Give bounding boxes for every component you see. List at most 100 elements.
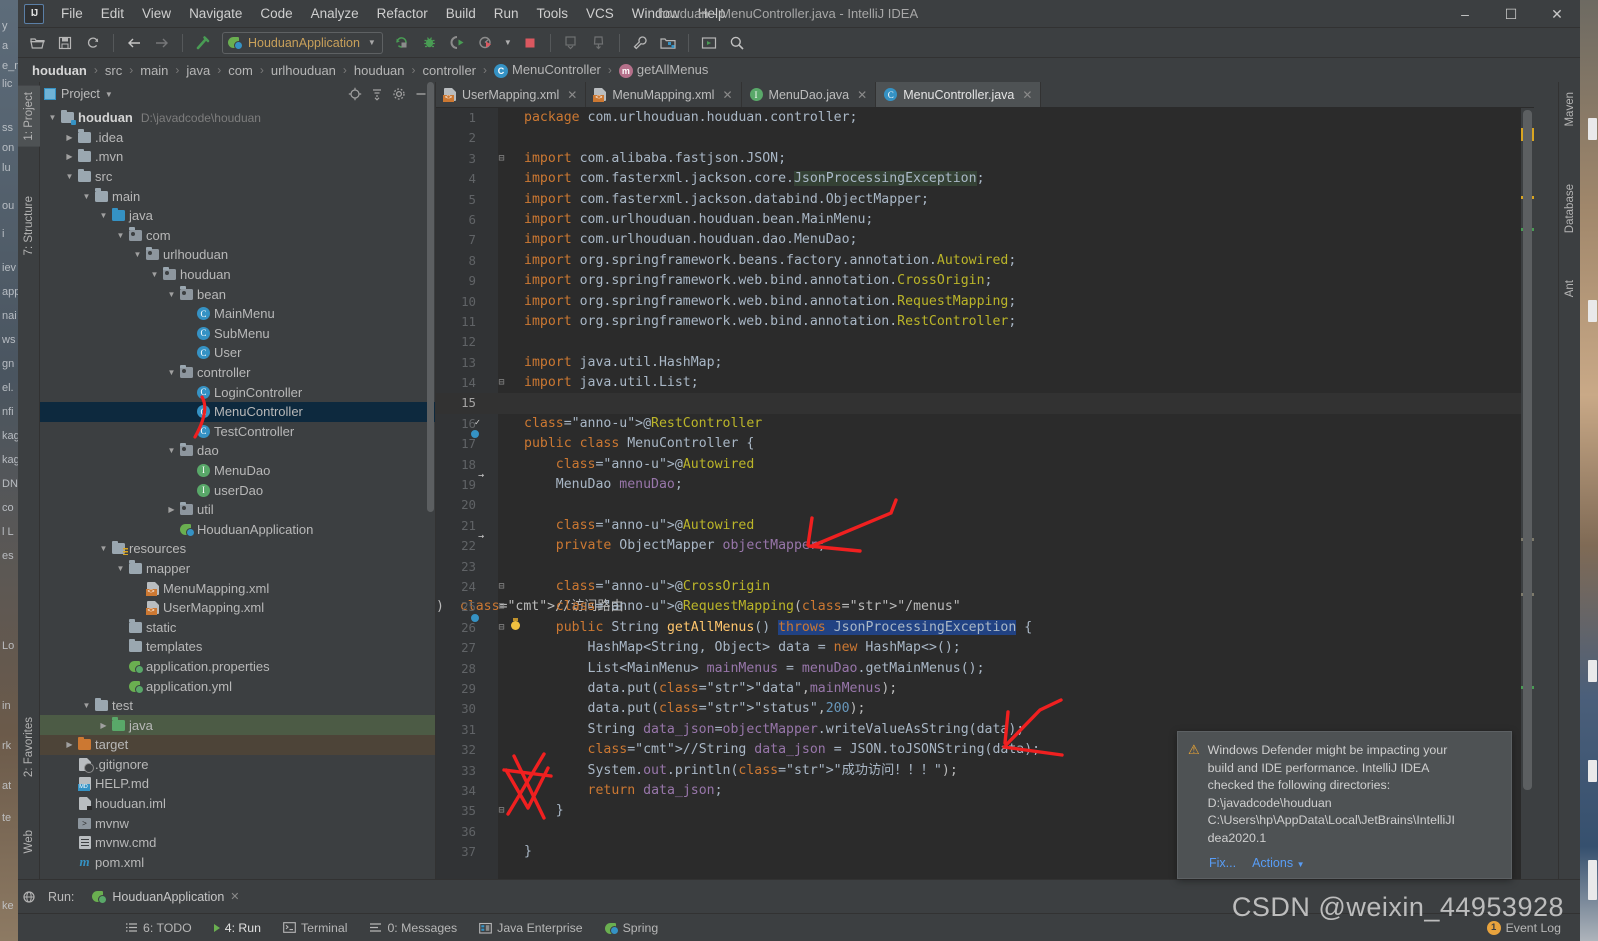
status-item-spring[interactable]: Spring bbox=[594, 921, 670, 935]
chevron-right-icon[interactable]: ▶ bbox=[165, 505, 178, 514]
code-line[interactable]: 15 bbox=[436, 393, 1534, 414]
code-line[interactable]: 30 data.put(class="str">"status",200); bbox=[436, 699, 1534, 719]
menu-file[interactable]: File bbox=[52, 2, 92, 25]
code-line[interactable]: 24 ⊟ class="anno-u">@CrossOrigin bbox=[436, 577, 1534, 597]
fix-link[interactable]: Fix... bbox=[1209, 856, 1236, 870]
tree-node-submenu[interactable]: C SubMenu bbox=[40, 324, 435, 344]
settings-wrench-icon[interactable] bbox=[627, 31, 653, 55]
tree-node-util[interactable]: ▶ util bbox=[40, 500, 435, 520]
project-tree[interactable]: ▼ houduan D:\javadcode\houduan ▶ .idea ▶ .mvn ▼… bbox=[40, 106, 435, 879]
collapse-all-icon[interactable] bbox=[367, 84, 387, 104]
chevron-down-icon[interactable]: ▼ bbox=[97, 211, 110, 220]
code-line[interactable]: 1 package com.urlhouduan.houduan.controll… bbox=[436, 108, 1534, 128]
settings-gear-icon[interactable] bbox=[389, 84, 409, 104]
editor-tab-menudao[interactable]: I MenuDao.java ✕ bbox=[742, 82, 877, 107]
breadcrumb-item-getallmenus[interactable]: m getAllMenus bbox=[617, 62, 711, 78]
tree-node-templates[interactable]: templates bbox=[40, 637, 435, 657]
close-icon[interactable]: ✕ bbox=[1022, 88, 1032, 102]
code-line[interactable]: 25 ⊟ class="anno-u">@RequestMapping(class… bbox=[436, 597, 1534, 617]
back-arrow-icon[interactable] bbox=[121, 31, 147, 55]
chevron-down-icon[interactable]: ▼ bbox=[131, 250, 144, 259]
profiler-icon[interactable] bbox=[473, 31, 499, 55]
tree-node-mainmenu[interactable]: C MainMenu bbox=[40, 304, 435, 324]
tree-node-mvnw-cmd[interactable]: mvnw.cmd bbox=[40, 833, 435, 853]
menu-run[interactable]: Run bbox=[485, 2, 528, 25]
status-item-messages[interactable]: 0: Messages bbox=[358, 921, 468, 935]
project-panel-title[interactable]: Project ▼ bbox=[44, 87, 113, 101]
breadcrumb-item-com[interactable]: com bbox=[226, 63, 255, 78]
chevron-down-icon[interactable]: ▼ bbox=[148, 270, 161, 279]
status-item-java-enterprise[interactable]: Java Enterprise bbox=[468, 921, 593, 935]
code-line[interactable]: 12 bbox=[436, 332, 1534, 352]
sidebar-item-ant[interactable]: Ant bbox=[1559, 274, 1581, 303]
tree-node-static[interactable]: static bbox=[40, 617, 435, 637]
close-icon[interactable]: ✕ bbox=[567, 88, 577, 102]
commit-icon[interactable] bbox=[586, 31, 612, 55]
menu-tools[interactable]: Tools bbox=[528, 2, 578, 25]
tree-node-main[interactable]: ▼ main bbox=[40, 186, 435, 206]
actions-link[interactable]: Actions ▼ bbox=[1252, 856, 1304, 870]
tree-node-target[interactable]: ▶ target bbox=[40, 735, 435, 755]
chevron-down-icon[interactable]: ▼ bbox=[114, 231, 127, 240]
search-everywhere-icon[interactable] bbox=[724, 31, 750, 55]
chevron-down-icon[interactable]: ▼ bbox=[46, 113, 59, 122]
locate-icon[interactable] bbox=[345, 84, 365, 104]
code-line[interactable]: 20 bbox=[436, 495, 1534, 515]
code-line[interactable]: 11 import org.springframework.web.bind.an… bbox=[436, 312, 1534, 332]
code-line[interactable]: 21 class="anno-u">@Autowired bbox=[436, 516, 1534, 536]
menu-build[interactable]: Build bbox=[437, 2, 485, 25]
tree-node-mvn[interactable]: ▶ .mvn bbox=[40, 147, 435, 167]
status-item-run[interactable]: 4: Run bbox=[203, 921, 272, 935]
debug-icon[interactable] bbox=[417, 31, 443, 55]
tree-node-gitignore[interactable]: .gitignore bbox=[40, 755, 435, 775]
tree-node-testcontroller[interactable]: C TestController bbox=[40, 422, 435, 442]
tree-node-logincontroller[interactable]: C LoginController bbox=[40, 382, 435, 402]
chevron-right-icon[interactable]: ▶ bbox=[63, 740, 76, 749]
run-configuration-selector[interactable]: HouduanApplication ▼ bbox=[222, 31, 383, 54]
sync-icon[interactable] bbox=[80, 31, 106, 55]
tree-node-userdao[interactable]: IuserDao bbox=[40, 480, 435, 500]
close-icon[interactable]: ✕ bbox=[230, 890, 239, 903]
web-tool-icon[interactable] bbox=[18, 880, 40, 914]
menu-code[interactable]: Code bbox=[251, 2, 301, 25]
tree-node-menucontroller[interactable]: C MenuController bbox=[40, 401, 435, 422]
code-fold-icon[interactable]: ⊟ bbox=[496, 622, 507, 634]
tree-node-bean[interactable]: ▼ bean bbox=[40, 284, 435, 304]
code-fold-icon[interactable]: ⊟ bbox=[496, 805, 507, 817]
tree-node-houduan-iml[interactable]: houduan.iml bbox=[40, 794, 435, 814]
tree-node-help-md[interactable]: HELP.md bbox=[40, 774, 435, 794]
maximize-button[interactable]: ☐ bbox=[1488, 0, 1534, 28]
breadcrumb-item-houduan-pkg[interactable]: houduan bbox=[352, 63, 407, 78]
notification-popup[interactable]: ⚠ Windows Defender might be impacting yo… bbox=[1177, 731, 1512, 879]
menu-vcs[interactable]: VCS bbox=[577, 2, 623, 25]
editor-tab-usermapping[interactable]: UserMapping.xml ✕ bbox=[436, 82, 587, 107]
sidebar-item-web[interactable]: Web bbox=[18, 824, 40, 859]
tree-node-mvnw[interactable]: > mvnw bbox=[40, 813, 435, 833]
forward-arrow-icon[interactable] bbox=[149, 31, 175, 55]
code-line[interactable]: 10 import org.springframework.web.bind.an… bbox=[436, 292, 1534, 312]
stop-icon[interactable] bbox=[517, 31, 543, 55]
close-icon[interactable]: ✕ bbox=[857, 88, 867, 102]
sidebar-item-database[interactable]: Database bbox=[1559, 178, 1581, 239]
close-icon[interactable]: ✕ bbox=[722, 88, 732, 102]
tree-node-dao[interactable]: ▼ dao bbox=[40, 441, 435, 461]
code-line[interactable]: 27 HashMap<String, Object> data = new Ha… bbox=[436, 638, 1534, 658]
chevron-right-icon[interactable]: ▶ bbox=[63, 152, 76, 161]
run-with-coverage-icon[interactable] bbox=[445, 31, 471, 55]
code-line[interactable]: 26 ⊟ public String getAllMenus() throws J… bbox=[436, 618, 1534, 638]
tree-node-application-yml[interactable]: application.yml bbox=[40, 676, 435, 696]
chevron-right-icon[interactable]: ▶ bbox=[63, 133, 76, 142]
code-line[interactable]: 8 import org.springframework.beans.factor… bbox=[436, 251, 1534, 271]
select-in-icon[interactable] bbox=[696, 31, 722, 55]
build-hammer-icon[interactable] bbox=[190, 31, 216, 55]
tree-node-menumapping-xml[interactable]: MenuMapping.xml bbox=[40, 578, 435, 598]
tree-node-usermapping-xml[interactable]: UserMapping.xml bbox=[40, 598, 435, 618]
sidebar-item-project[interactable]: 1: Project bbox=[18, 86, 40, 147]
code-line[interactable]: 22 private ObjectMapper objectMapper; bbox=[436, 536, 1534, 556]
editor-scrollbar[interactable] bbox=[1521, 108, 1534, 879]
sidebar-item-favorites[interactable]: 2: Favorites bbox=[18, 711, 40, 783]
rerun-icon[interactable] bbox=[389, 31, 415, 55]
code-line[interactable]: 5 import com.fasterxml.jackson.databind.O… bbox=[436, 190, 1534, 210]
menu-edit[interactable]: Edit bbox=[92, 2, 133, 25]
breadcrumb-item-main[interactable]: main bbox=[138, 63, 170, 78]
